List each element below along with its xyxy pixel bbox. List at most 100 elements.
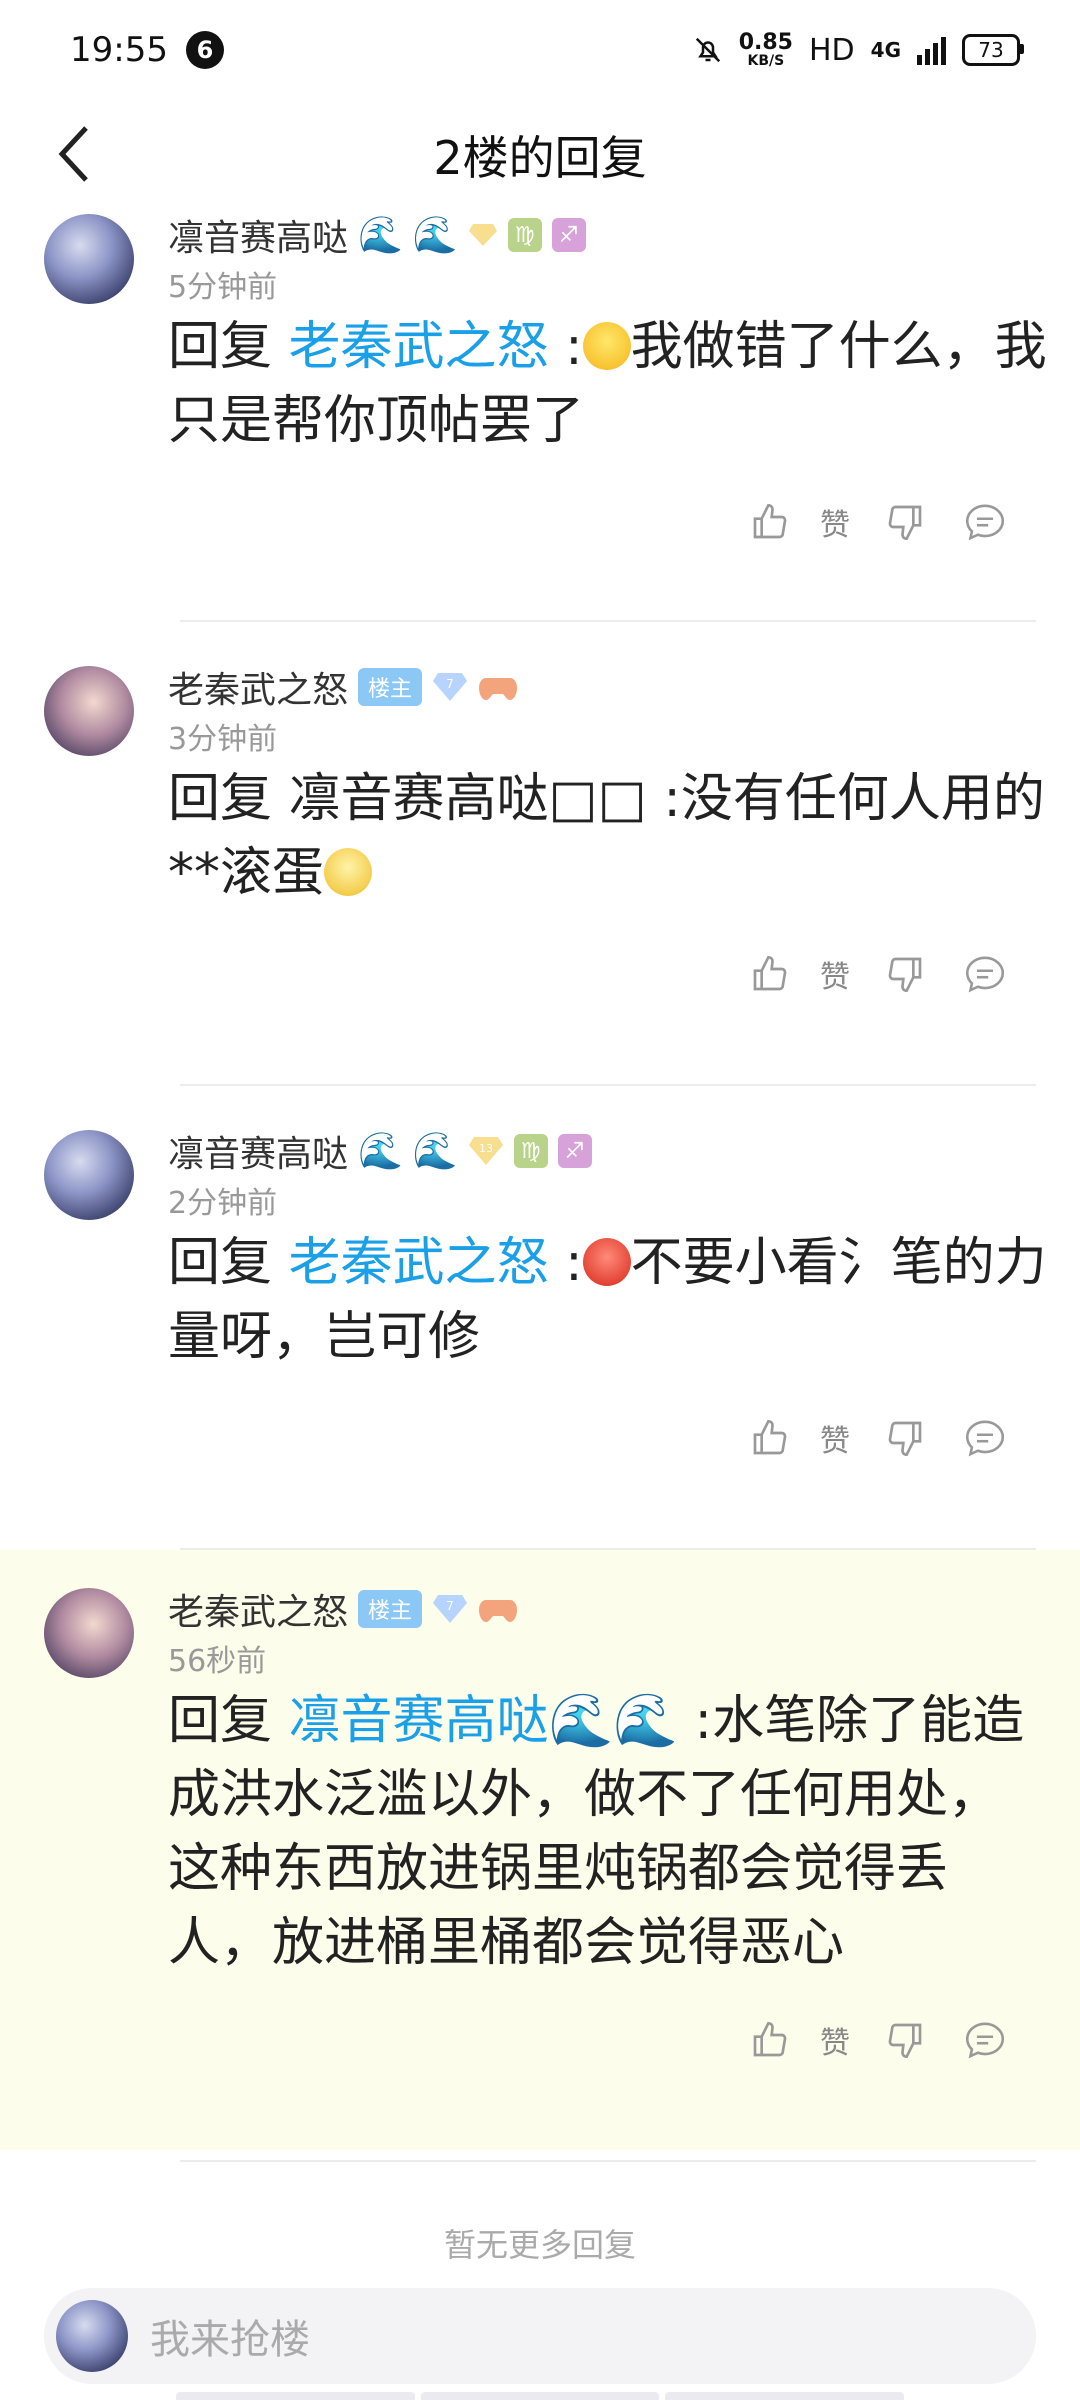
status-left: 19:55 6 bbox=[70, 30, 224, 70]
owner-badge: 楼主 bbox=[358, 668, 423, 706]
username-row: 凛音赛高哒 🌊 🌊 ♍ ♐ bbox=[168, 210, 586, 260]
thumbs-down-icon bbox=[888, 1421, 922, 1457]
avatar[interactable] bbox=[44, 214, 134, 304]
reply-actions: 赞 bbox=[740, 1408, 1030, 1468]
battery-level: 73 bbox=[978, 38, 1004, 62]
thumbs-down-icon bbox=[888, 2023, 922, 2059]
status-right: 0.85 KB/S HD 4G 73 bbox=[693, 30, 1024, 69]
reply-actions: 赞 bbox=[740, 492, 1030, 552]
timestamp: 56秒前 bbox=[168, 1644, 267, 1679]
comment-button[interactable] bbox=[940, 2010, 1030, 2070]
smile-emoji-icon bbox=[582, 322, 631, 370]
thumbs-down-icon bbox=[888, 505, 922, 541]
thumbs-up-icon bbox=[753, 2021, 787, 2057]
net-speed: 0.85 KB/S bbox=[738, 30, 793, 69]
like-button[interactable] bbox=[740, 2010, 800, 2070]
comment-button[interactable] bbox=[940, 492, 1030, 552]
wave-icon: 🌊 bbox=[412, 1131, 458, 1172]
timestamp: 2分钟前 bbox=[168, 1186, 278, 1221]
comment-button[interactable] bbox=[940, 1408, 1030, 1468]
dislike-button[interactable] bbox=[870, 1408, 940, 1468]
notification-badge: 6 bbox=[185, 31, 224, 69]
mention-link[interactable]: 老秦武之怒 bbox=[289, 1233, 549, 1293]
page-title: 2楼的回复 bbox=[433, 131, 647, 185]
like-button[interactable] bbox=[740, 1408, 800, 1468]
status-bar: 19:55 6 0.85 KB/S HD 4G 73 bbox=[0, 0, 1080, 100]
dislike-button[interactable] bbox=[870, 944, 940, 1004]
comment-bubble-icon bbox=[965, 504, 1005, 541]
username[interactable]: 凛音赛高哒 bbox=[168, 1125, 348, 1177]
reply-item: 凛音赛高哒 🌊 🌊 ♍ ♐ 5分钟前 回复 老秦武之怒 : 我做错了什么，我只是帮… bbox=[0, 210, 1080, 650]
comment-bubble-icon bbox=[965, 956, 1005, 993]
mention-link[interactable]: 老秦武之怒 bbox=[289, 317, 549, 377]
reply-prefix: 回复 bbox=[168, 1233, 289, 1293]
dislike-button[interactable] bbox=[870, 2010, 940, 2070]
battery-icon: 73 bbox=[962, 34, 1024, 66]
level-badge-icon: 7 bbox=[433, 1595, 468, 1623]
username-row: 凛音赛高哒 🌊 🌊 13 ♍ ♐ bbox=[168, 1126, 592, 1176]
reply-text: 回复 凛音赛高哒□□ :没有任何人用的**滚蛋 bbox=[168, 762, 1048, 910]
avatar[interactable] bbox=[44, 666, 134, 756]
avatar[interactable] bbox=[44, 1588, 134, 1678]
status-time: 19:55 bbox=[70, 30, 168, 70]
username[interactable]: 老秦武之怒 bbox=[168, 1583, 348, 1635]
reply-actions: 赞 bbox=[740, 2010, 1030, 2070]
wave-icon: 🌊 bbox=[412, 215, 458, 256]
reply-item: 老秦武之怒 楼主 7 3分钟前 回复 凛音赛高哒□□ :没有任何人用的**滚蛋 … bbox=[0, 650, 1080, 1090]
virgo-icon: ♍ bbox=[507, 218, 542, 252]
svg-text:13: 13 bbox=[479, 1142, 493, 1155]
scared-emoji-icon bbox=[324, 848, 373, 896]
like-button[interactable] bbox=[740, 492, 800, 552]
bottom-bar: 我来抢楼 bbox=[0, 2280, 1080, 2400]
dislike-button[interactable] bbox=[870, 492, 940, 552]
back-button[interactable] bbox=[44, 124, 104, 184]
avatar[interactable] bbox=[44, 1130, 134, 1220]
net-speed-unit: KB/S bbox=[747, 53, 785, 69]
avatar bbox=[56, 2300, 128, 2372]
reply-colon: : bbox=[548, 1233, 583, 1293]
reply-text: 回复 老秦武之怒 : 我做错了什么，我只是帮你顶帖罢了 bbox=[168, 310, 1048, 458]
reply-list[interactable]: 凛音赛高哒 🌊 🌊 ♍ ♐ 5分钟前 回复 老秦武之怒 : 我做错了什么，我只是帮… bbox=[0, 210, 1080, 2290]
comment-bubble-icon bbox=[965, 1420, 1005, 1457]
username-row: 老秦武之怒 楼主 7 bbox=[168, 662, 518, 712]
reply-prefix: 回复 bbox=[168, 317, 289, 377]
reply-body: 回复 凛音赛高哒□□ :没有任何人用的**滚蛋 bbox=[168, 769, 1045, 903]
like-label[interactable]: 赞 bbox=[800, 2010, 870, 2070]
timestamp: 5分钟前 bbox=[168, 270, 278, 305]
bottom-tab-stripe bbox=[176, 2392, 905, 2400]
reply-text: 回复 老秦武之怒 : 不要小看氵笔的力量呀，岂可修 bbox=[168, 1226, 1048, 1374]
reply-actions: 赞 bbox=[740, 944, 1030, 1004]
like-label[interactable]: 赞 bbox=[800, 944, 870, 1004]
comment-button[interactable] bbox=[940, 944, 1030, 1004]
username-row: 老秦武之怒 楼主 7 bbox=[168, 1584, 518, 1634]
reply-item-highlighted: 老秦武之怒 楼主 7 56秒前 回复 凛音赛高哒🌊🌊 :水笔除了能造成洪水泛滥以… bbox=[0, 1550, 1080, 2150]
level-badge-icon: 13 bbox=[468, 1137, 503, 1165]
game-controller-icon bbox=[479, 1600, 518, 1622]
mention-link[interactable]: 凛音赛高哒🌊🌊 bbox=[289, 1691, 679, 1751]
svg-text:7: 7 bbox=[446, 677, 454, 691]
diamond-icon bbox=[468, 224, 497, 246]
no-more-replies: 暂无更多回复 bbox=[443, 2226, 636, 2264]
like-label[interactable]: 赞 bbox=[800, 492, 870, 552]
username[interactable]: 凛音赛高哒 bbox=[168, 210, 348, 261]
network-label: 4G bbox=[870, 38, 901, 62]
divider bbox=[180, 1084, 1036, 1086]
chevron-left-icon bbox=[58, 126, 88, 182]
reply-input-placeholder: 我来抢楼 bbox=[150, 2317, 310, 2363]
game-controller-icon bbox=[479, 678, 518, 700]
timestamp: 3分钟前 bbox=[168, 722, 278, 757]
reply-input[interactable]: 我来抢楼 bbox=[44, 2288, 1036, 2384]
thumbs-up-icon bbox=[753, 955, 787, 991]
svg-text:7: 7 bbox=[446, 1599, 454, 1613]
like-label[interactable]: 赞 bbox=[800, 1408, 870, 1468]
divider bbox=[180, 620, 1036, 622]
like-button[interactable] bbox=[740, 944, 800, 1004]
nav-bar: 2楼的回复 bbox=[0, 100, 1080, 210]
sagittarius-icon: ♐ bbox=[557, 1134, 592, 1168]
username[interactable]: 老秦武之怒 bbox=[168, 661, 348, 713]
net-speed-value: 0.85 bbox=[738, 30, 793, 55]
thumbs-up-icon bbox=[753, 503, 787, 539]
sagittarius-icon: ♐ bbox=[551, 218, 586, 252]
reply-item: 凛音赛高哒 🌊 🌊 13 ♍ ♐ 2分钟前 回复 老秦武之怒 : 不要小看氵笔的力… bbox=[0, 1114, 1080, 1554]
hd-label: HD bbox=[808, 32, 855, 68]
